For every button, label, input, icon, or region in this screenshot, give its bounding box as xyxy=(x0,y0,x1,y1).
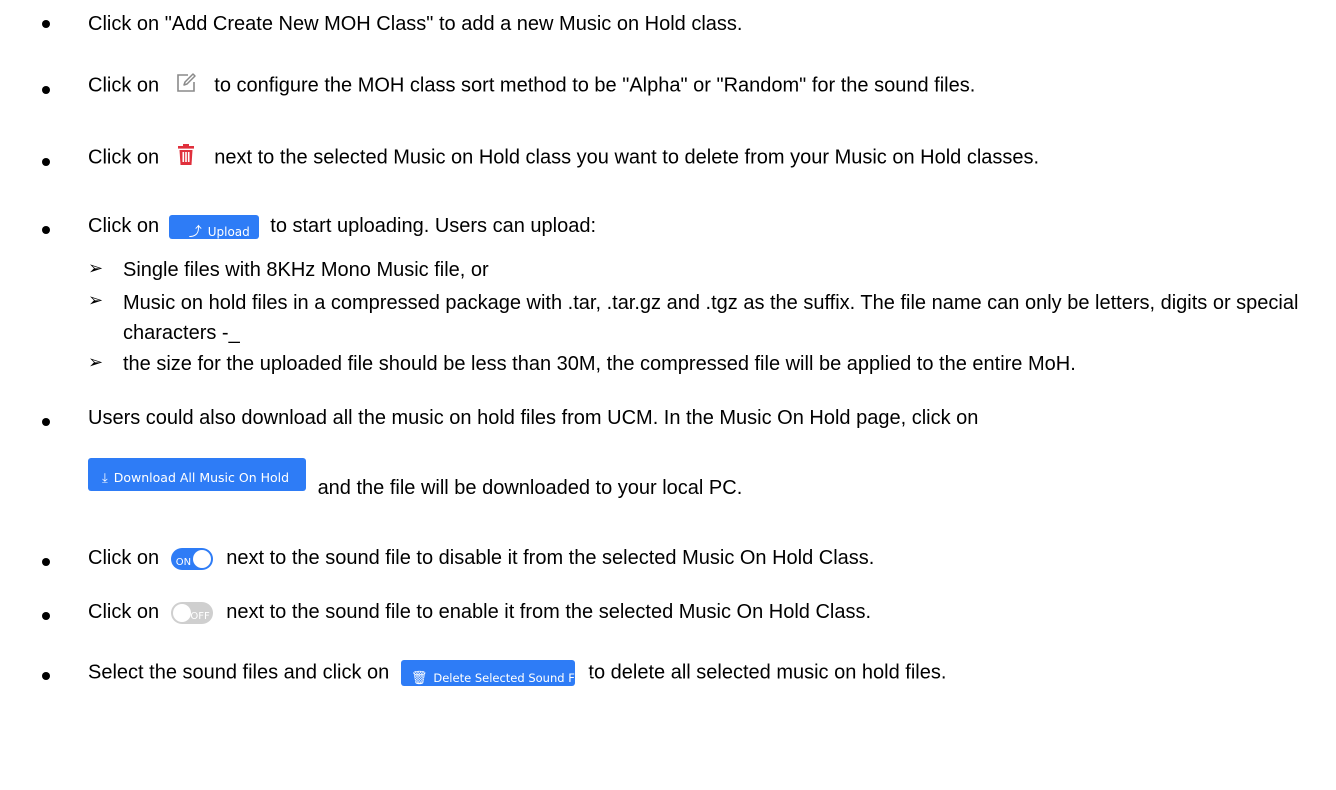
bullet-edit: Click on to configure the MOH class sort… xyxy=(88,72,975,100)
bullet-delete-pre: Click on xyxy=(88,146,160,169)
bullet-delete-all-post: to delete all selected music on hold fil… xyxy=(588,661,947,684)
bullet-download-text: Users could also download all the music … xyxy=(88,407,979,429)
bullet xyxy=(42,86,50,94)
bullet-toggle-on: Click on ON next to the sound file to di… xyxy=(88,546,874,570)
sub-item-2: Music on hold files in a compressed pack… xyxy=(123,292,1299,344)
bullet xyxy=(42,558,50,566)
upload-icon: ⤴ xyxy=(188,224,202,240)
bullet xyxy=(42,158,50,166)
bullet-edit-pre: Click on xyxy=(88,74,160,97)
bullet-delete-all-pre: Select the sound files and click on xyxy=(88,661,390,684)
trash-icon: 🗑 xyxy=(410,671,428,686)
bullet-upload: Click on ⤴ Upload to start uploading. Use… xyxy=(88,214,597,240)
download-all-button-label: Download All Music On Hold xyxy=(113,470,290,485)
arrow-bullet: ➢ xyxy=(88,258,104,279)
bullet xyxy=(42,672,50,680)
bullet-download-post: and the file will be downloaded to your … xyxy=(317,476,743,499)
bullet xyxy=(42,20,50,28)
bullet-edit-post: to configure the MOH class sort method t… xyxy=(214,74,976,97)
toggle-off-label: OFF xyxy=(190,610,210,622)
bullet xyxy=(42,612,50,620)
download-icon: ⤓ xyxy=(102,471,108,486)
sub-item-1: Single files with 8KHz Mono Music file, … xyxy=(123,259,489,281)
upload-button-label: Upload xyxy=(207,224,250,239)
bullet-toggle-off-post: next to the sound file to enable it from… xyxy=(226,601,872,623)
edit-icon xyxy=(175,72,197,100)
download-all-button[interactable]: ⤓ Download All Music On Hold xyxy=(88,458,306,491)
bullet-toggle-on-post: next to the sound file to disable it fro… xyxy=(226,547,875,569)
bullet-add-text: Click on "Add Create New MOH Class" to a… xyxy=(88,13,743,35)
sub-item-3: the size for the uploaded file should be… xyxy=(123,353,1076,375)
bullet-upload-pre: Click on xyxy=(88,215,160,237)
bullet-delete-all: Select the sound files and click on 🗑 Del… xyxy=(88,660,946,686)
toggle-knob xyxy=(172,603,191,622)
toggle-off-switch[interactable]: OFF xyxy=(170,601,213,624)
bullet-toggle-off: Click on OFF next to the sound file to e… xyxy=(88,600,871,624)
bullet-toggle-off-pre: Click on xyxy=(88,601,160,623)
bullet-delete: Click on next to the selected Music on H… xyxy=(88,144,1039,172)
toggle-knob xyxy=(192,549,211,568)
delete-selected-button-label: Delete Selected Sound Files xyxy=(433,671,594,685)
bullet-download-row: ⤓ Download All Music On Hold and the file… xyxy=(88,458,743,505)
upload-button[interactable]: ⤴ Upload xyxy=(168,214,259,240)
bullet xyxy=(42,418,50,426)
arrow-bullet: ➢ xyxy=(88,290,104,311)
bullet-upload-post: to start uploading. Users can upload: xyxy=(270,215,597,237)
delete-selected-button[interactable]: 🗑 Delete Selected Sound Files xyxy=(400,660,593,686)
trash-icon xyxy=(177,144,195,172)
toggle-on-label: ON xyxy=(175,556,192,568)
bullet xyxy=(42,226,50,234)
bullet-delete-post: next to the selected Music on Hold class… xyxy=(214,146,1040,169)
toggle-on-switch[interactable]: ON xyxy=(170,547,213,570)
bullet-toggle-on-pre: Click on xyxy=(88,547,160,569)
arrow-bullet: ➢ xyxy=(88,352,104,373)
